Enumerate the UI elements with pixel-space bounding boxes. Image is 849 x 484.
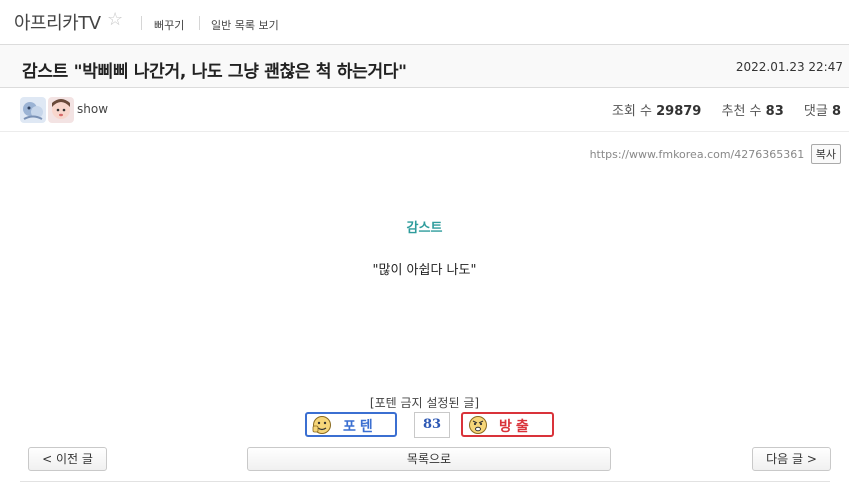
comments-label: 댓글 xyxy=(803,104,828,119)
board-title[interactable]: 아프리카TV xyxy=(14,9,101,35)
views-count: 29879 xyxy=(656,104,702,119)
post-title-bar: 감스트 "박삐삐 나간거, 나도 그냥 괜찮은 척 하는거다" 2022.01.… xyxy=(0,44,849,88)
copy-url-button[interactable]: 복사 xyxy=(810,144,841,164)
poten-disabled-notice: [포텐 금지 설정된 글] xyxy=(369,396,480,410)
normal-list-link[interactable]: 일반 목록 보기 xyxy=(211,17,279,33)
divider xyxy=(199,16,200,30)
poten-label: 포텐 xyxy=(343,419,377,435)
poten-button[interactable]: 포텐 xyxy=(305,412,397,437)
level-icon xyxy=(20,97,46,123)
banish-label: 방출 xyxy=(499,419,533,435)
divider xyxy=(20,481,830,482)
star-icon[interactable]: ☆ xyxy=(107,9,123,30)
views-label: 조회 수 xyxy=(611,104,652,119)
next-post-button[interactable]: 다음 글 > xyxy=(752,447,831,471)
author-name[interactable]: show xyxy=(77,102,108,116)
prev-post-button[interactable]: < 이전 글 xyxy=(28,447,107,471)
post-url-row: https://www.fmkorea.com/4276365361 복사 xyxy=(590,144,841,164)
thumbs-up-face-icon xyxy=(311,415,333,439)
content-heading: 감스트 xyxy=(406,221,443,236)
recommend-label: 추천 수 xyxy=(721,104,762,119)
banish-button[interactable]: 방출 xyxy=(461,412,554,437)
comments-count: 8 xyxy=(831,104,841,119)
vote-count: 83 xyxy=(414,412,450,438)
post-date: 2022.01.23 22:47 xyxy=(735,60,843,74)
angry-face-icon xyxy=(467,415,489,439)
top-bar: 아프리카TV ☆ 뻐꾸기 일반 목록 보기 xyxy=(0,0,849,44)
content-quote: "많이 아쉽다 나도" xyxy=(372,263,477,278)
avatar[interactable] xyxy=(48,97,74,123)
post-url[interactable]: https://www.fmkorea.com/4276365361 xyxy=(590,148,805,161)
post-stats: 조회 수 29879 추천 수 83 댓글 8 xyxy=(612,100,841,119)
recommend-count: 83 xyxy=(765,104,784,119)
post-info-bar: show 조회 수 29879 추천 수 83 댓글 8 xyxy=(0,88,849,132)
back-to-list-button[interactable]: 목록으로 xyxy=(247,447,611,471)
divider xyxy=(141,16,142,30)
post-title: 감스트 "박삐삐 나간거, 나도 그냥 괜찮은 척 하는거다" xyxy=(22,62,407,82)
cuckoo-link[interactable]: 뻐꾸기 xyxy=(154,17,184,33)
